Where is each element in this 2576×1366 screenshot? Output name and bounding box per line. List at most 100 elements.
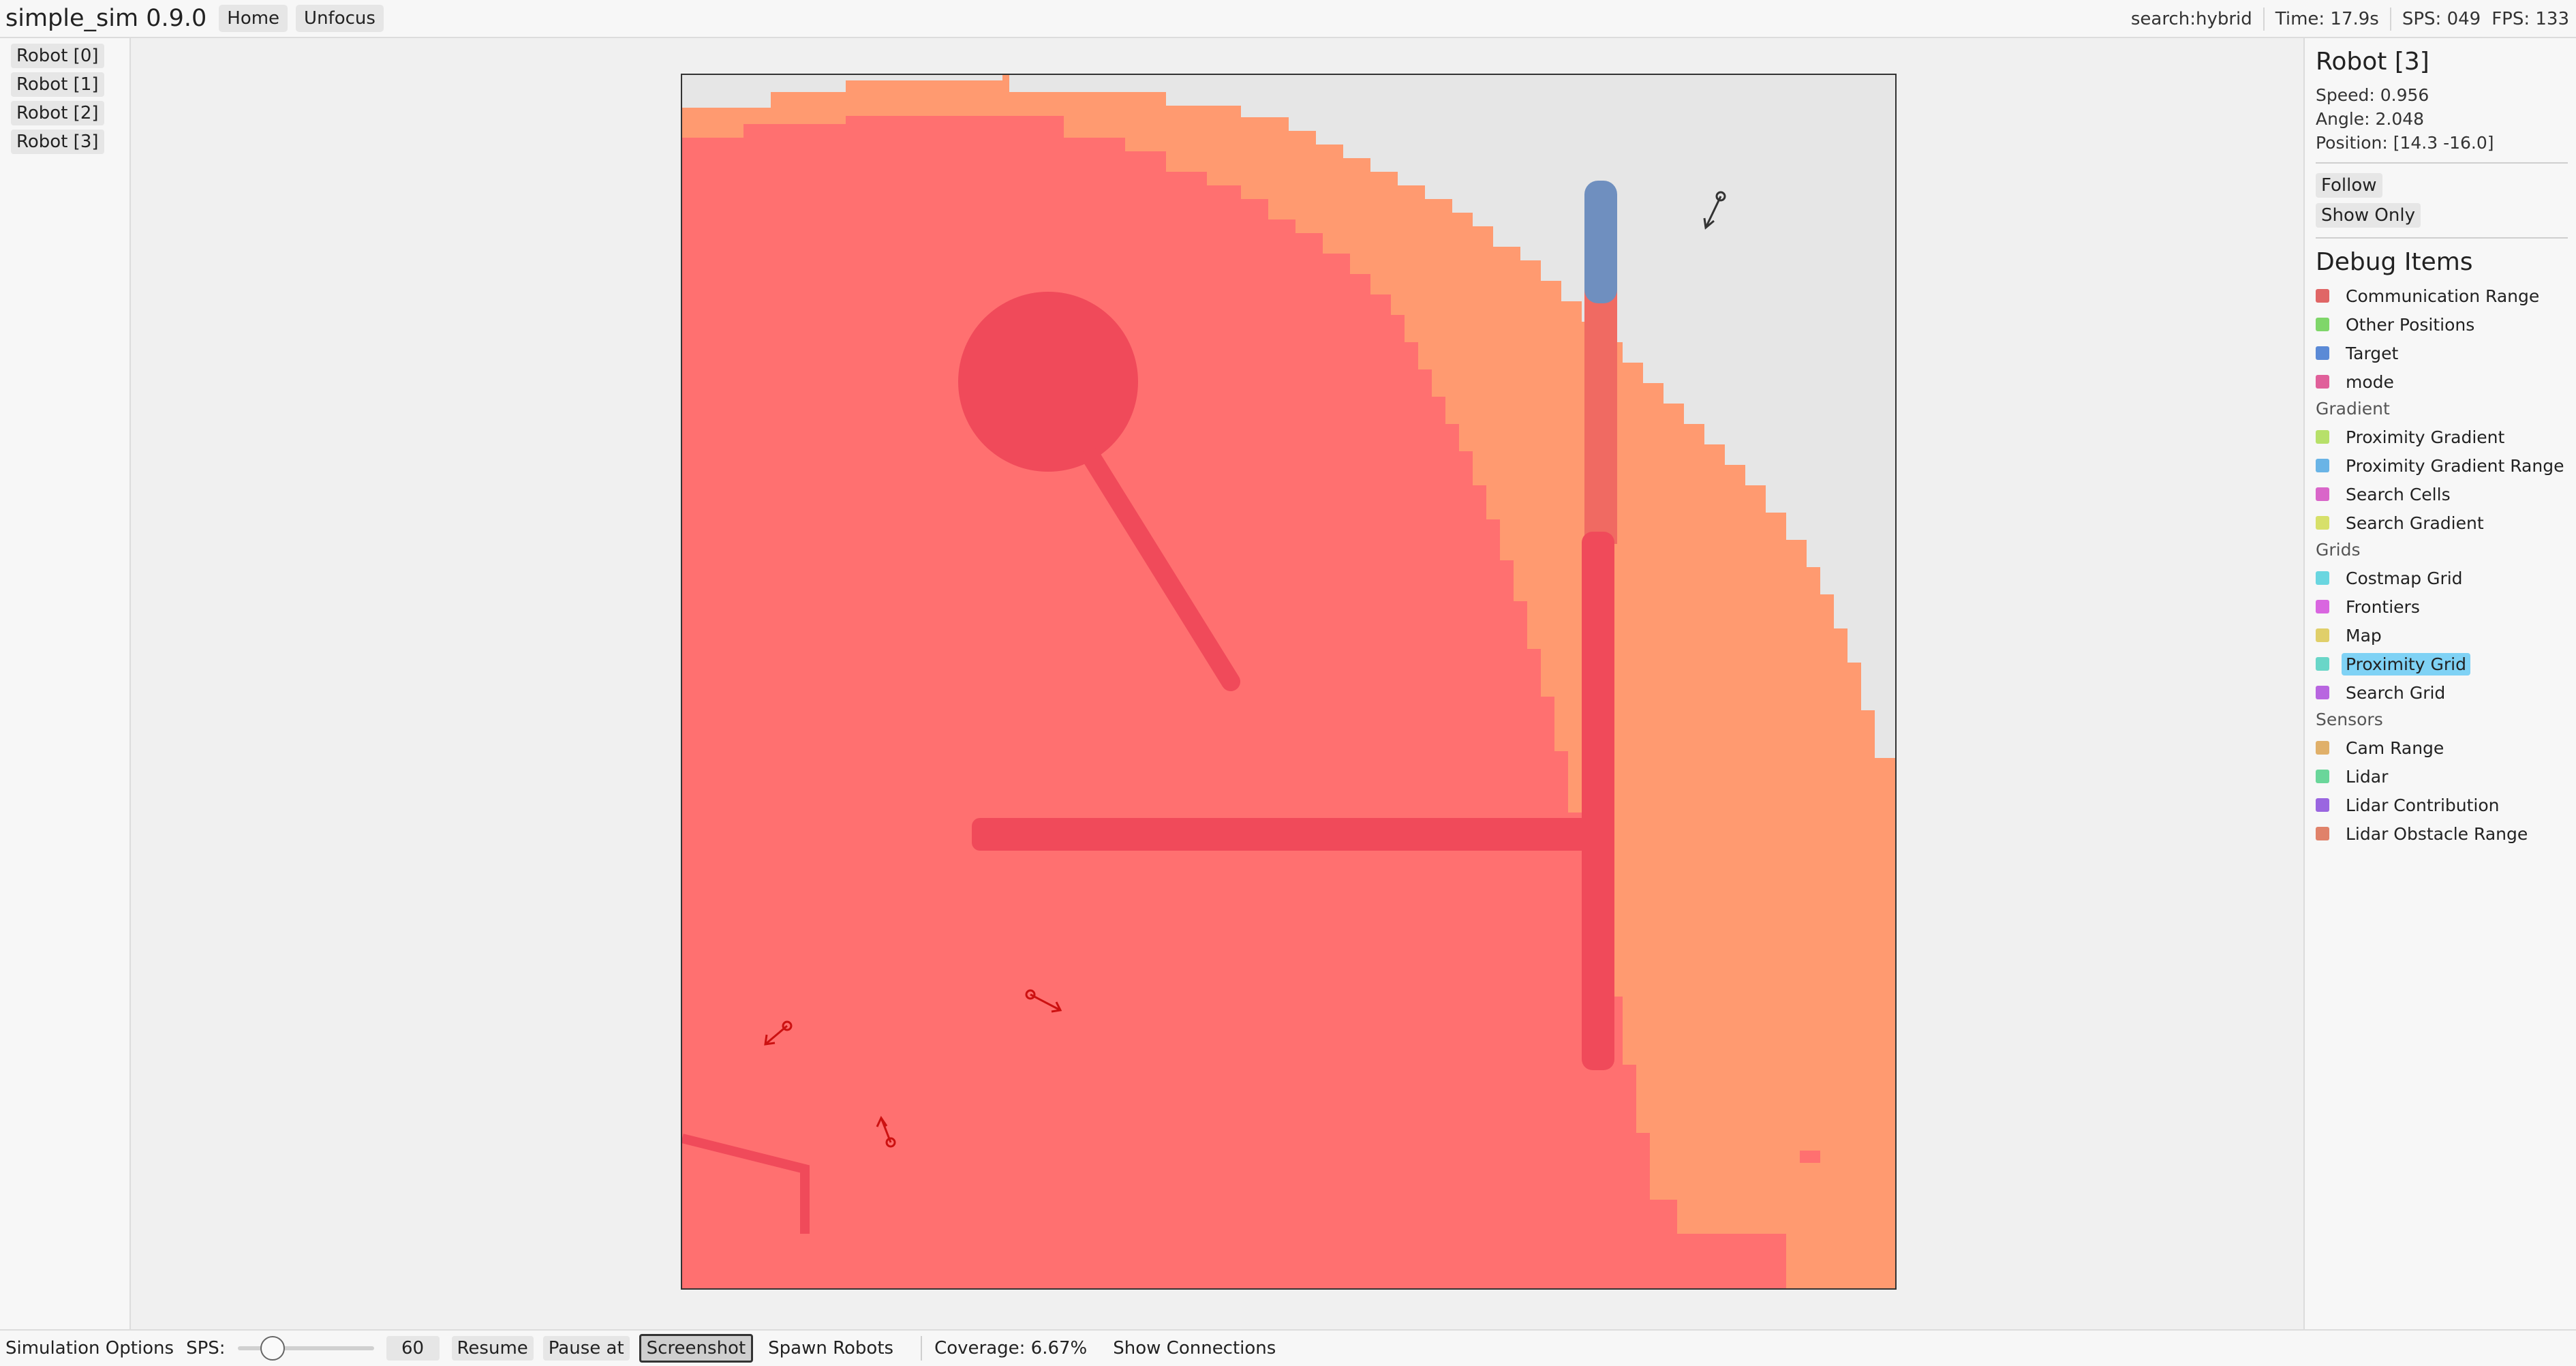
fps-status: FPS: 133: [2491, 9, 2569, 29]
sps-slider[interactable]: [237, 1336, 374, 1361]
debug-items-title: Debug Items: [2316, 248, 2473, 276]
status-divider: [2263, 7, 2265, 31]
debug-toggle-cam-range[interactable]: Cam Range: [2316, 735, 2576, 761]
debug-toggle-map[interactable]: Map: [2316, 622, 2576, 648]
debug-toggle-search-cells[interactable]: Search Cells: [2316, 481, 2576, 507]
debug-item-label: Lidar Contribution: [2346, 795, 2500, 815]
debug-group-sensors: Sensors: [2316, 710, 2383, 729]
status-divider: [2389, 7, 2391, 31]
panel-divider: [2316, 237, 2568, 239]
robot-list-panel: Robot [0] Robot [1] Robot [2] Robot [3]: [0, 38, 131, 1329]
debug-toggle-proximity-gradient[interactable]: Proximity Gradient: [2316, 424, 2576, 450]
show-connections-button[interactable]: Show Connections: [1107, 1336, 1281, 1361]
explored-patch: [1800, 1151, 1820, 1163]
bottom-divider: [921, 1336, 923, 1361]
debug-toggle-other-positions[interactable]: Other Positions: [2316, 312, 2576, 337]
app-title: simple_sim 0.9.0: [5, 5, 207, 32]
unfocus-button[interactable]: Unfocus: [296, 5, 384, 32]
debug-item-label: Search Cells: [2346, 484, 2451, 504]
time-status: Time: 17.9s: [2275, 9, 2379, 29]
sps-slider-track: [237, 1346, 374, 1350]
follow-button[interactable]: Follow: [2316, 173, 2382, 198]
sps-label: SPS:: [186, 1338, 226, 1359]
simulation-options-label: Simulation Options: [5, 1338, 174, 1359]
robot-list-item-2[interactable]: Robot [2]: [11, 101, 104, 125]
debug-item-label: Map: [2346, 625, 2382, 646]
debug-toggle-mode[interactable]: mode: [2316, 369, 2576, 395]
debug-items-list: Communication Range Other Positions Target…: [2316, 283, 2576, 847]
color-swatch: [2316, 741, 2329, 755]
debug-toggle-lidar-contribution[interactable]: Lidar Contribution: [2316, 792, 2576, 818]
robot-speed: Speed: 0.956: [2316, 85, 2429, 105]
robot-list-item-3[interactable]: Robot [3]: [11, 130, 104, 154]
color-swatch: [2316, 487, 2329, 501]
spawn-robots-button[interactable]: Spawn Robots: [763, 1336, 899, 1361]
debug-item-label: Costmap Grid: [2346, 568, 2463, 588]
debug-toggle-frontiers[interactable]: Frontiers: [2316, 594, 2576, 620]
color-swatch: [2316, 770, 2329, 783]
screenshot-button[interactable]: Screenshot: [639, 1334, 754, 1363]
debug-toggle-lidar[interactable]: Lidar: [2316, 763, 2576, 789]
debug-toggle-costmap-grid[interactable]: Costmap Grid: [2316, 565, 2576, 591]
color-swatch: [2316, 346, 2329, 360]
pause-at-button[interactable]: Pause at: [542, 1336, 630, 1361]
coverage-status: Coverage: 6.67%: [934, 1338, 1088, 1359]
debug-item-label: Cam Range: [2346, 738, 2444, 758]
robot-position: Position: [14.3 -16.0]: [2316, 133, 2494, 153]
debug-item-label: Communication Range: [2346, 286, 2540, 306]
sps-value-field[interactable]: 60: [386, 1336, 440, 1361]
sps-slider-thumb[interactable]: [260, 1336, 285, 1361]
debug-item-label: Proximity Gradient Range: [2346, 455, 2564, 476]
color-swatch: [2316, 798, 2329, 812]
color-swatch: [2316, 318, 2329, 331]
debug-toggle-proximity-gradient-range[interactable]: Proximity Gradient Range: [2316, 453, 2576, 479]
debug-toggle-lidar-obstacle-range[interactable]: Lidar Obstacle Range: [2316, 821, 2576, 847]
simulation-viewport[interactable]: [131, 38, 2303, 1329]
sps-status: SPS: 049: [2402, 9, 2481, 29]
color-swatch: [2316, 600, 2329, 613]
obstacle-circle: [958, 292, 1138, 472]
selected-robot-title: Robot [3]: [2316, 48, 2429, 76]
robot-list-item-0[interactable]: Robot [0]: [11, 44, 104, 68]
color-swatch: [2316, 375, 2329, 389]
debug-item-label: Proximity Gradient: [2346, 427, 2505, 447]
debug-group-gradient: Gradient: [2316, 399, 2390, 419]
simulation-map[interactable]: [681, 74, 1897, 1290]
debug-item-label: Search Grid: [2346, 682, 2446, 703]
show-only-button[interactable]: Show Only: [2316, 203, 2421, 228]
color-swatch: [2316, 686, 2329, 699]
debug-toggle-target[interactable]: Target: [2316, 340, 2576, 366]
target-trail: [1584, 288, 1617, 544]
robot-list-item-1[interactable]: Robot [1]: [11, 72, 104, 97]
debug-toggle-proximity-grid[interactable]: Proximity Grid: [2316, 651, 2576, 677]
debug-item-label: Other Positions: [2346, 314, 2475, 335]
debug-item-label: Frontiers: [2346, 596, 2420, 617]
color-swatch: [2316, 827, 2329, 840]
debug-item-label: Lidar: [2346, 766, 2389, 787]
robot-inspector-panel: Robot [3] Speed: 0.956 Angle: 2.048 Posi…: [2303, 38, 2576, 1329]
debug-toggle-search-gradient[interactable]: Search Gradient: [2316, 510, 2576, 536]
color-swatch: [2316, 459, 2329, 472]
target-region: [1584, 181, 1617, 303]
debug-toggle-search-grid[interactable]: Search Grid: [2316, 680, 2576, 705]
color-swatch: [2316, 516, 2329, 530]
color-swatch: [2316, 289, 2329, 303]
debug-item-label: mode: [2346, 371, 2394, 392]
robot-angle: Angle: 2.048: [2316, 109, 2425, 129]
color-swatch: [2316, 628, 2329, 642]
obstacle-vertical-wall: [1582, 532, 1614, 1070]
bottom-bar: Simulation Options SPS: 60 Resume Pause …: [0, 1329, 2576, 1366]
debug-item-label: Target: [2346, 343, 2399, 363]
top-bar: simple_sim 0.9.0 Home Unfocus search:hyb…: [0, 0, 2576, 38]
debug-item-label: Lidar Obstacle Range: [2346, 823, 2528, 844]
color-swatch: [2316, 571, 2329, 585]
debug-toggle-communication-range[interactable]: Communication Range: [2316, 283, 2576, 309]
debug-group-grids: Grids: [2316, 540, 2361, 560]
home-button[interactable]: Home: [219, 5, 288, 32]
color-swatch: [2316, 430, 2329, 444]
resume-button[interactable]: Resume: [451, 1336, 534, 1361]
debug-item-label: Search Gradient: [2346, 513, 2484, 533]
status-area: search:hybrid Time: 17.9s SPS: 049 FPS: …: [2131, 0, 2576, 38]
debug-item-label: Proximity Grid: [2342, 652, 2470, 676]
panel-divider: [2316, 162, 2568, 164]
